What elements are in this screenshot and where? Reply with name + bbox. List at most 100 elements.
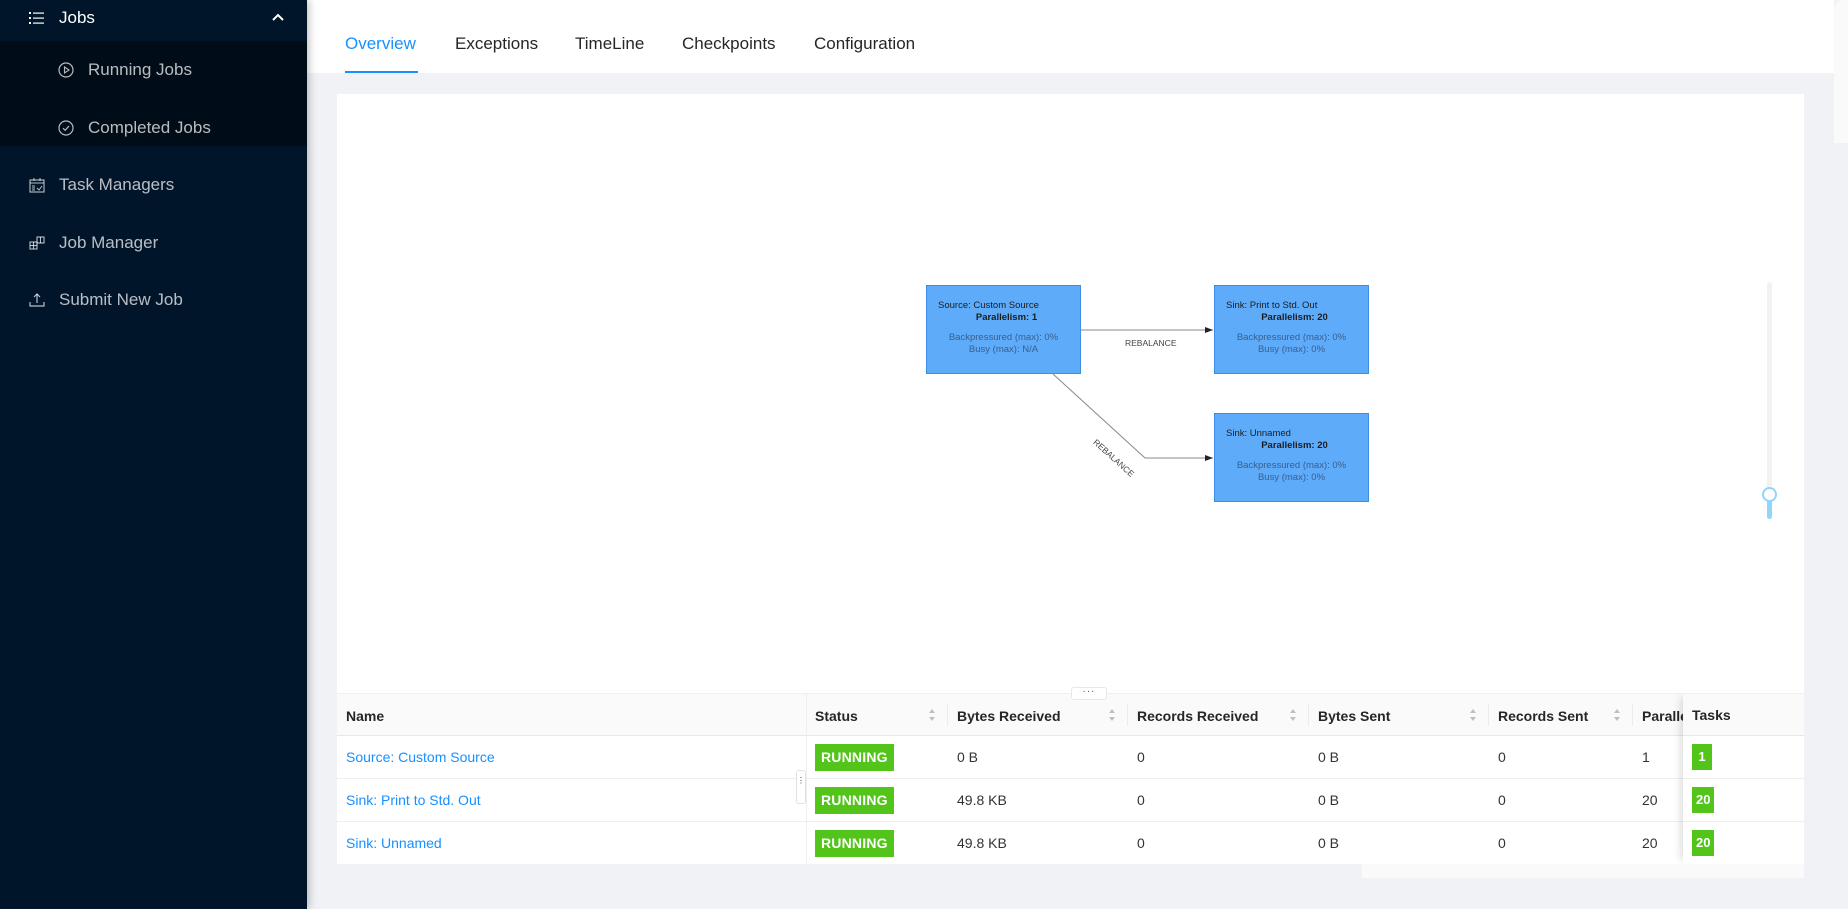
job-graph[interactable]: REBALANCE REBALANCE Source: Custom Sourc… bbox=[337, 94, 1804, 693]
tab-checkpoints[interactable]: Checkpoints bbox=[682, 34, 776, 54]
panel-resize-handle[interactable]: ··· bbox=[1071, 687, 1107, 700]
tab-timeline[interactable]: TimeLine bbox=[575, 34, 644, 54]
task-count-badge[interactable]: 20 bbox=[1692, 787, 1715, 813]
vertex-link[interactable]: Source: Custom Source bbox=[346, 749, 495, 765]
vertex-link[interactable]: Sink: Print to Std. Out bbox=[346, 792, 481, 808]
node-name: Source: Custom Source bbox=[938, 300, 1039, 311]
column-header-status[interactable]: Status bbox=[806, 694, 948, 737]
graph-node-sink-print[interactable]: Sink: Print to Std. Out Parallelism: 20 … bbox=[1214, 285, 1369, 374]
sidebar-item-job-manager[interactable]: Job Manager bbox=[0, 220, 307, 266]
table-row: Sink: Unnamed RUNNING 49.8 KB 0 0 B 0 20 bbox=[337, 822, 1804, 864]
schedule-icon bbox=[28, 176, 46, 194]
cell-parallelism: 20 bbox=[1642, 835, 1658, 851]
cell-parallelism: 1 bbox=[1642, 749, 1650, 765]
node-backpressured: Backpressured (max): 0% bbox=[1236, 460, 1347, 471]
column-header-bytes-sent[interactable]: Bytes Sent bbox=[1309, 694, 1489, 737]
cell-parallelism: 20 bbox=[1642, 792, 1658, 808]
vertex-table: Name Status Bytes Received Records Recei… bbox=[337, 693, 1804, 864]
sidebar-item-label: Running Jobs bbox=[88, 60, 192, 79]
tasks-column: Tasks 1 20 20 bbox=[1683, 693, 1804, 864]
node-name: Sink: Unnamed bbox=[1226, 428, 1291, 439]
cell-status: RUNNING bbox=[806, 736, 894, 778]
cell-records-sent: 0 bbox=[1498, 792, 1506, 808]
cell-status: RUNNING bbox=[806, 822, 894, 864]
status-badge: RUNNING bbox=[815, 743, 894, 771]
page-scrollbar[interactable] bbox=[1834, 0, 1848, 143]
cell-bytes-sent: 0 B bbox=[1318, 749, 1340, 765]
sidebar-item-jobs[interactable]: Jobs bbox=[0, 0, 307, 41]
sidebar-item-label: Submit New Job bbox=[59, 290, 183, 309]
sidebar-item-submit-new-job[interactable]: Submit New Job bbox=[0, 277, 307, 323]
cell-records-received: 0 bbox=[1137, 792, 1145, 808]
column-label: Paralle bbox=[1642, 707, 1688, 724]
sort-icon[interactable] bbox=[1613, 708, 1621, 722]
tab-configuration[interactable]: Configuration bbox=[814, 34, 915, 54]
zoom-slider[interactable] bbox=[1762, 282, 1777, 519]
node-parallelism: Parallelism: 20 bbox=[1261, 440, 1328, 451]
task-count-badge[interactable]: 1 bbox=[1692, 744, 1712, 770]
node-backpressured: Backpressured (max): 0% bbox=[948, 332, 1059, 343]
unordered-list-icon bbox=[28, 9, 46, 27]
sidebar-item-label: Jobs bbox=[59, 8, 95, 27]
sort-icon[interactable] bbox=[928, 708, 936, 722]
sidebar-item-label: Completed Jobs bbox=[88, 118, 211, 137]
column-label: Records Received bbox=[1137, 707, 1259, 724]
sidebar-item-label: Task Managers bbox=[59, 175, 175, 194]
cell-name: Source: Custom Source bbox=[337, 736, 495, 778]
cell-status: RUNNING bbox=[806, 779, 894, 821]
graph-node-sink-unnamed[interactable]: Sink: Unnamed Parallelism: 20 Backpressu… bbox=[1214, 413, 1369, 502]
check-circle-icon bbox=[57, 119, 75, 137]
cell-bytes-sent: 0 B bbox=[1318, 792, 1340, 808]
task-count-badge[interactable]: 20 bbox=[1692, 830, 1715, 856]
cell-tasks: 20 bbox=[1683, 779, 1804, 822]
cell-tasks: 20 bbox=[1683, 822, 1804, 864]
column-header-tasks[interactable]: Tasks bbox=[1683, 693, 1804, 736]
cell-name: Sink: Print to Std. Out bbox=[337, 779, 481, 821]
active-tab-indicator bbox=[345, 71, 418, 73]
cell-tasks: 1 bbox=[1683, 736, 1804, 779]
column-label: Name bbox=[346, 707, 385, 724]
node-name: Sink: Print to Std. Out bbox=[1226, 300, 1318, 311]
graph-edges bbox=[1052, 327, 1213, 461]
table-header: Name Status Bytes Received Records Recei… bbox=[337, 693, 1804, 736]
sidebar-item-running-jobs[interactable]: Running Jobs bbox=[0, 47, 307, 93]
node-parallelism: Parallelism: 1 bbox=[975, 312, 1038, 323]
table-row: Source: Custom Source RUNNING 0 B 0 0 B … bbox=[337, 736, 1804, 779]
cell-records-received: 0 bbox=[1137, 835, 1145, 851]
column-header-records-sent[interactable]: Records Sent bbox=[1489, 694, 1633, 737]
sort-icon[interactable] bbox=[1289, 708, 1297, 722]
table-horizontal-scrollbar[interactable] bbox=[1362, 864, 1804, 878]
column-header-bytes-received[interactable]: Bytes Received bbox=[948, 694, 1128, 737]
edge-label: REBALANCE bbox=[1125, 338, 1177, 348]
column-header-records-received[interactable]: Records Received bbox=[1128, 694, 1309, 737]
app-root: Jobs Running Jobs Completed Jobs Task Ma… bbox=[0, 0, 1848, 909]
cell-bytes-received: 49.8 KB bbox=[957, 835, 1007, 851]
tab-exceptions[interactable]: Exceptions bbox=[455, 34, 538, 54]
sidebar: Jobs Running Jobs Completed Jobs Task Ma… bbox=[0, 0, 307, 909]
vertex-link[interactable]: Sink: Unnamed bbox=[346, 835, 442, 851]
cell-records-sent: 0 bbox=[1498, 835, 1506, 851]
job-tabs: Overview Exceptions TimeLine Checkpoints… bbox=[307, 0, 1834, 73]
edge-source-to-unnamed bbox=[1052, 373, 1213, 461]
play-circle-icon bbox=[57, 61, 75, 79]
sidebar-item-task-managers[interactable]: Task Managers bbox=[0, 162, 307, 208]
sidebar-item-label: Job Manager bbox=[59, 233, 159, 252]
column-label: Records Sent bbox=[1498, 707, 1589, 724]
cell-records-received: 0 bbox=[1137, 749, 1145, 765]
cell-bytes-received: 49.8 KB bbox=[957, 792, 1007, 808]
node-busy: Busy (max): 0% bbox=[1257, 344, 1326, 355]
tab-overview[interactable]: Overview bbox=[345, 34, 416, 54]
node-busy: Busy (max): N/A bbox=[968, 344, 1039, 355]
node-parallelism: Parallelism: 20 bbox=[1261, 312, 1328, 323]
column-label: Status bbox=[815, 707, 858, 724]
sort-icon[interactable] bbox=[1108, 708, 1116, 722]
status-badge: RUNNING bbox=[815, 786, 894, 814]
cell-records-sent: 0 bbox=[1498, 749, 1506, 765]
graph-node-source[interactable]: Source: Custom Source Parallelism: 1 Bac… bbox=[926, 285, 1081, 374]
table-row: Sink: Print to Std. Out RUNNING 49.8 KB … bbox=[337, 779, 1804, 822]
column-header-name[interactable]: Name bbox=[337, 694, 806, 737]
column-resize-handle[interactable]: ⋮ bbox=[796, 770, 806, 804]
sort-icon[interactable] bbox=[1469, 708, 1477, 722]
cell-bytes-received: 0 B bbox=[957, 749, 979, 765]
sidebar-item-completed-jobs[interactable]: Completed Jobs bbox=[0, 105, 307, 151]
